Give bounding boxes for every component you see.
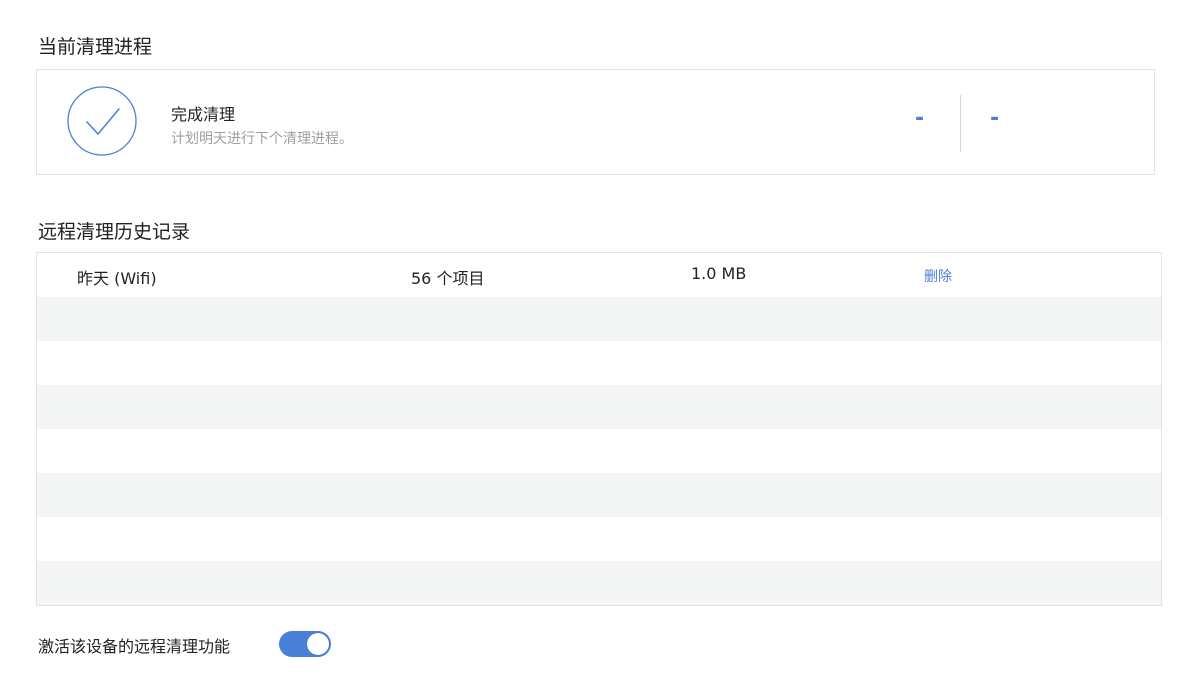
table-row-empty [37, 561, 1161, 605]
status-subtitle: 计划明天进行下个清理进程。 [171, 131, 353, 147]
stat-left-value: - [915, 106, 925, 131]
check-circle-icon [67, 86, 137, 156]
stat-right-value: - [990, 106, 1000, 131]
current-cleanup-title: 当前清理进程 [38, 36, 153, 58]
table-row-empty [37, 385, 1161, 429]
history-table: 昨天 (Wifi) 56 个项目 1.0 MB 删除 [36, 252, 1162, 606]
delete-link[interactable]: 删除 [924, 266, 952, 286]
table-row-empty [37, 517, 1161, 561]
stat-divider [960, 95, 961, 152]
current-cleanup-card: 完成清理 计划明天进行下个清理进程。 - - [36, 69, 1155, 175]
history-size: 1.0 MB [691, 264, 747, 283]
table-row-empty [37, 297, 1161, 341]
remote-cleanup-toggle-label: 激活该设备的远程清理功能 [38, 637, 231, 656]
history-title: 远程清理历史记录 [38, 221, 191, 243]
remote-cleanup-toggle[interactable] [279, 631, 331, 657]
toggle-knob [307, 633, 329, 655]
history-item-count: 56 个项目 [411, 269, 485, 288]
table-row: 昨天 (Wifi) 56 个项目 1.0 MB 删除 [37, 253, 1161, 297]
table-row-empty [37, 429, 1161, 473]
table-row-empty [37, 341, 1161, 385]
remote-cleanup-page: 当前清理进程 完成清理 计划明天进行下个清理进程。 - - 远程清理历史记录 昨… [0, 0, 1200, 700]
table-row-empty [37, 473, 1161, 517]
status-title: 完成清理 [171, 105, 236, 124]
history-date: 昨天 (Wifi) [77, 269, 157, 288]
